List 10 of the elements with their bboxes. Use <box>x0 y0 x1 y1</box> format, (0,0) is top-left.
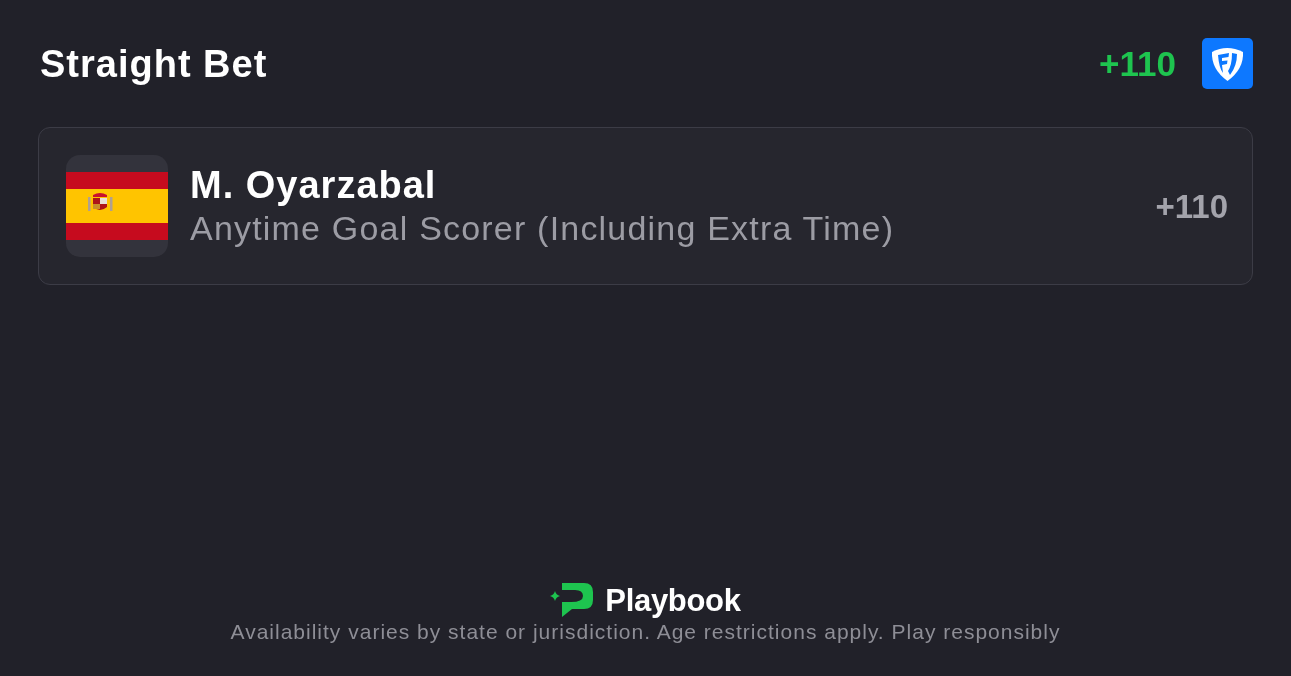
player-name: M. Oyarzabal <box>190 163 438 207</box>
disclaimer-text: Availability varies by state or jurisdiction. Age restrictions apply. Play responsibly <box>230 619 1061 645</box>
brand-name: Playbook <box>605 584 741 616</box>
total-odds: +110 <box>1099 46 1176 81</box>
selection-odds: +110 <box>1155 189 1228 223</box>
sparkle-bubble-icon <box>550 583 595 617</box>
flag-icon <box>66 155 168 257</box>
market-name: Anytime Goal Scorer (Including Extra Time) <box>190 208 896 249</box>
bet-title: Straight Bet <box>40 44 268 83</box>
shield-icon <box>1202 38 1253 89</box>
